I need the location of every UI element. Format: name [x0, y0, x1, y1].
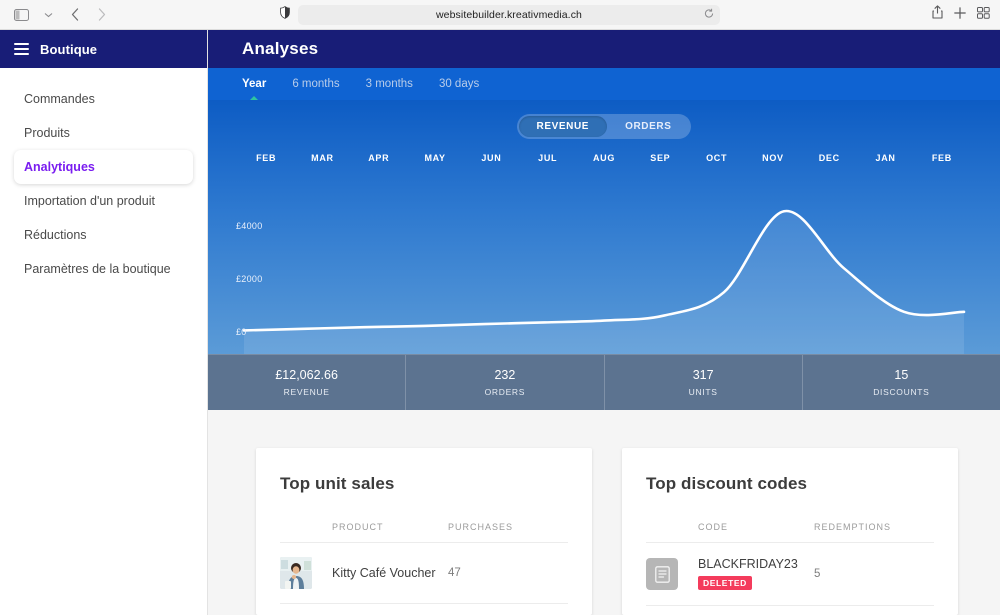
- discount-icon-cell: [646, 542, 698, 606]
- back-arrow-icon[interactable]: [64, 5, 86, 25]
- stat-value: 317: [692, 368, 714, 382]
- url-text: websitebuilder.kreativmedia.ch: [436, 8, 582, 21]
- column-header-code: CODE: [698, 522, 814, 543]
- product-name: Kitty Café Voucher: [332, 542, 448, 604]
- column-header-icon: [646, 522, 698, 543]
- month-label: MAY: [424, 153, 446, 163]
- month-label: SEP: [650, 153, 671, 163]
- chevron-down-icon[interactable]: [37, 5, 59, 25]
- brand-label: Boutique: [40, 41, 98, 57]
- browser-actions: [932, 5, 990, 24]
- stat-discounts: 15 DISCOUNTS: [803, 355, 1000, 410]
- chart-svg: [208, 186, 1000, 354]
- sidebar-item-importation[interactable]: Importation d'un produit: [0, 184, 207, 218]
- month-label: AUG: [592, 153, 616, 163]
- column-header-purchases: PURCHASES: [448, 522, 568, 543]
- stat-label: DISCOUNTS: [873, 387, 930, 397]
- stat-value: 15: [894, 368, 909, 382]
- top-unit-sales-card: Top unit sales PRODUCT PURCHASES Kitty C…: [256, 448, 592, 615]
- browser-toolbar: websitebuilder.kreativmedia.ch: [0, 0, 1000, 30]
- sidebar-toggle-icon[interactable]: [10, 5, 32, 25]
- chart-month-axis: FEB MAR APR MAY JUN JUL AUG SEP OCT NOV …: [208, 139, 1000, 163]
- tab-3-months[interactable]: 3 months: [366, 78, 413, 91]
- period-tabs: Year 6 months 3 months 30 days: [208, 68, 1000, 100]
- document-icon: [646, 558, 678, 590]
- tab-overview-icon[interactable]: [977, 6, 990, 24]
- sidebar-nav: Commandes Produits Analytiques Importati…: [0, 68, 207, 286]
- url-field[interactable]: websitebuilder.kreativmedia.ch: [298, 4, 720, 25]
- stat-label: REVENUE: [283, 387, 330, 397]
- product-photo-icon: [280, 557, 312, 589]
- stat-label: ORDERS: [484, 387, 526, 397]
- column-header-product: PRODUCT: [332, 522, 448, 543]
- page-header: Analyses: [208, 30, 1000, 68]
- stat-orders: 232 ORDERS: [406, 355, 605, 410]
- discount-redemptions: 5: [814, 542, 934, 606]
- metric-toggle-wrap: REVENUE ORDERS: [208, 114, 1000, 139]
- revenue-chart: [208, 186, 1000, 354]
- product-purchases: 47: [448, 542, 568, 604]
- month-label: NOV: [762, 153, 784, 163]
- address-bar[interactable]: websitebuilder.kreativmedia.ch: [280, 4, 720, 25]
- sidebar-item-commandes[interactable]: Commandes: [0, 82, 207, 116]
- unit-sales-table: PRODUCT PURCHASES Kitty Café Voucher 47: [280, 522, 568, 604]
- discount-code: BLACKFRIDAY23: [698, 557, 798, 571]
- card-title: Top discount codes: [646, 474, 808, 493]
- month-label: OCT: [706, 153, 728, 163]
- discount-codes-table: CODE REDEMPTIONS BLACKFRIDAY23 DELETED 5: [646, 522, 934, 606]
- sidebar-item-parametres[interactable]: Paramètres de la boutique: [0, 252, 207, 286]
- sidebar-item-analytiques[interactable]: Analytiques: [14, 150, 193, 184]
- sidebar-item-reductions[interactable]: Réductions: [0, 218, 207, 252]
- forward-arrow-icon[interactable]: [91, 5, 113, 25]
- tab-30-days[interactable]: 30 days: [439, 78, 479, 91]
- page-title: Analyses: [242, 39, 319, 58]
- sidebar-header: Boutique: [0, 30, 207, 68]
- column-header-redemptions: REDEMPTIONS: [814, 522, 934, 543]
- tab-year[interactable]: Year: [242, 78, 266, 91]
- shield-icon: [280, 5, 290, 24]
- month-label: APR: [368, 153, 390, 163]
- segment-orders[interactable]: ORDERS: [607, 116, 689, 137]
- share-icon[interactable]: [932, 5, 943, 24]
- hamburger-menu-icon[interactable]: [14, 43, 29, 55]
- stat-units: 317 UNITS: [605, 355, 803, 410]
- browser-nav-controls: [10, 5, 113, 25]
- cards-area: Top unit sales PRODUCT PURCHASES Kitty C…: [208, 410, 1000, 615]
- card-title: Top unit sales: [280, 474, 395, 493]
- month-label: JAN: [875, 153, 896, 163]
- stat-value: 232: [494, 368, 516, 382]
- month-label: MAR: [311, 153, 334, 163]
- top-discount-codes-card: Top discount codes CODE REDEMPTIONS BLAC…: [622, 448, 958, 615]
- metric-segmented-control: REVENUE ORDERS: [516, 114, 692, 139]
- tab-6-months[interactable]: 6 months: [292, 78, 339, 91]
- month-label: DEC: [818, 153, 840, 163]
- main-content: Analyses Year 6 months 3 months 30 days …: [208, 30, 1000, 615]
- segment-revenue[interactable]: REVENUE: [518, 116, 608, 137]
- stat-revenue: £12,062.66 REVENUE: [208, 355, 407, 410]
- month-label: JUL: [538, 153, 558, 163]
- month-label: FEB: [931, 153, 952, 163]
- status-badge: DELETED: [698, 576, 752, 590]
- product-thumbnail-cell: [280, 542, 332, 604]
- summary-stats-bar: £12,062.66 REVENUE 232 ORDERS 317 UNITS …: [208, 354, 1000, 410]
- app-shell: Boutique Commandes Produits Analytiques …: [0, 30, 1000, 615]
- sidebar: Boutique Commandes Produits Analytiques …: [0, 30, 208, 615]
- sidebar-item-produits[interactable]: Produits: [0, 116, 207, 150]
- chart-panel: REVENUE ORDERS FEB MAR APR MAY JUN JUL A…: [208, 100, 1000, 354]
- table-row[interactable]: BLACKFRIDAY23 DELETED 5: [646, 542, 934, 606]
- stat-label: UNITS: [688, 387, 718, 397]
- table-row[interactable]: Kitty Café Voucher 47: [280, 542, 568, 604]
- plus-icon[interactable]: [954, 6, 966, 24]
- stat-value: £12,062.66: [275, 368, 338, 382]
- reload-icon[interactable]: [704, 8, 714, 21]
- month-label: JUN: [481, 153, 502, 163]
- month-label: FEB: [256, 153, 277, 163]
- column-header-thumb: [280, 522, 332, 543]
- discount-code-cell: BLACKFRIDAY23 DELETED: [698, 542, 814, 606]
